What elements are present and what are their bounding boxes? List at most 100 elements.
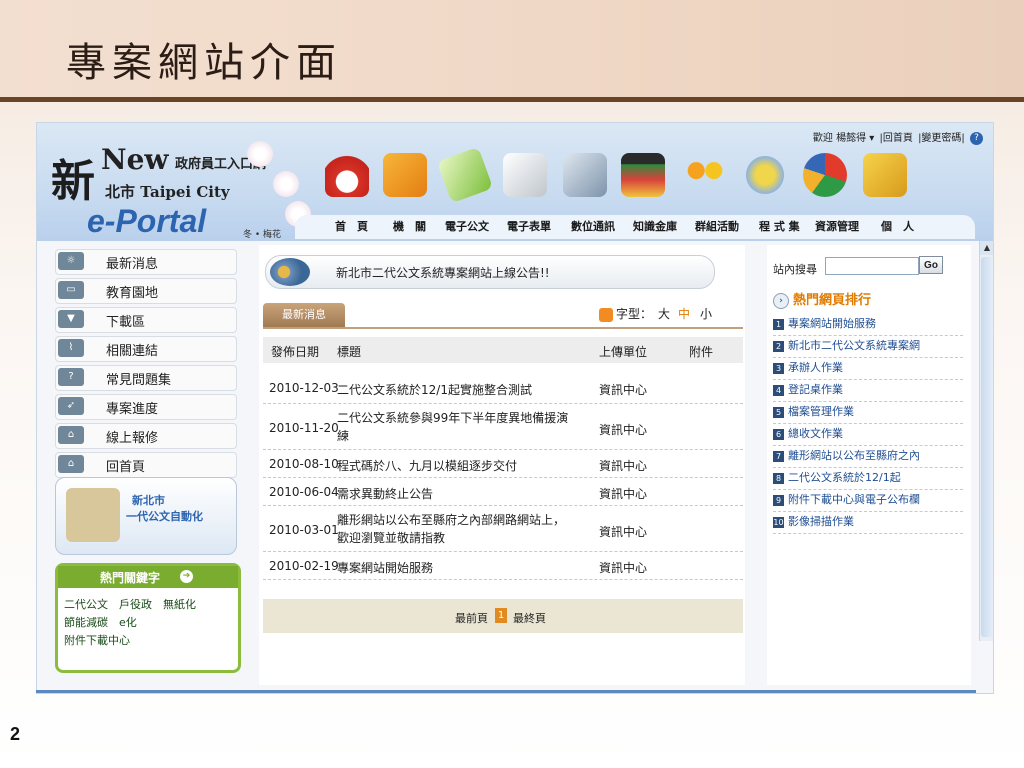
sidebar-item-label: 專案進度 [106, 402, 159, 417]
rank-label: 專案網站開始服務 [788, 317, 876, 330]
hot-page-item[interactable]: 5 檔案管理作業 [773, 403, 963, 424]
rank-label: 總收文作業 [788, 427, 843, 440]
sidebar-item-download[interactable]: ▼ 下載區 [55, 307, 237, 333]
scroll-up-arrow-icon[interactable]: ▲ [980, 241, 993, 255]
row-unit: 資訊中心 [599, 383, 648, 397]
rank-number: 5 [773, 406, 784, 418]
e-form-paper-icon[interactable] [503, 153, 547, 197]
rank-number: 10 [773, 516, 784, 528]
nav-agency[interactable]: 機 關 [393, 218, 426, 234]
promo-banner[interactable]: 新北市 一代公文自動化 [55, 477, 237, 555]
sidebar-item-home[interactable]: ⌂ 回首頁 [55, 452, 237, 478]
welcome-user-menu[interactable]: 歡迎 楊懿得 ▾ [813, 133, 874, 144]
hot-page-item[interactable]: 8 二代公文系統於12/1起 [773, 469, 963, 490]
col-title: 標題 [337, 345, 362, 359]
rank-number: 3 [773, 362, 784, 374]
hot-keywords-box: 熱門關鍵字 ➔ 二代公文 戶役政 無紙化 節能減碳 e化 附件下載中心 [55, 563, 241, 673]
row-unit: 資訊中心 [599, 487, 648, 501]
hot-page-item[interactable]: 4 登記桌作業 [773, 381, 963, 402]
agency-boxes-icon[interactable] [383, 153, 427, 197]
sidebar-item-links[interactable]: ⌇ 相關連結 [55, 336, 237, 362]
portal-logo[interactable]: 新 New 政府員工入口網 北市 Taipei City e-Portal 冬 … [47, 131, 311, 240]
nav-e-document[interactable]: 電子公文 [445, 218, 489, 234]
font-size-large[interactable]: 大 [658, 307, 670, 321]
row-unit: 資訊中心 [599, 423, 648, 437]
rss-icon[interactable] [599, 307, 613, 322]
last-page-link[interactable]: 最終頁 [513, 610, 546, 626]
change-password-link[interactable]: |變更密碼| [918, 133, 965, 144]
row-title[interactable]: 專案網站開始服務 [337, 559, 433, 576]
nav-e-form[interactable]: 電子表單 [507, 218, 551, 234]
hot-page-item[interactable]: 6 總收文作業 [773, 425, 963, 446]
sun-icon: ☼ [58, 252, 84, 270]
keyword-line[interactable]: 節能減碳 e化 [64, 614, 137, 630]
nav-group-activity[interactable]: 群組活動 [695, 218, 739, 234]
resource-chart-icon[interactable] [803, 153, 847, 197]
first-page-link[interactable]: 最前頁 [455, 610, 488, 626]
font-size-medium[interactable]: 中 [678, 307, 690, 321]
row-title[interactable]: 需求異動終止公告 [337, 485, 433, 502]
table-row[interactable]: 2010-02-19 專案網站開始服務 資訊中心 [263, 553, 743, 580]
group-people-icon[interactable] [683, 153, 727, 197]
search-go-button[interactable]: Go [919, 256, 943, 274]
font-size-control: 字型： 大中小 [599, 305, 712, 322]
row-title[interactable]: 二代公文系統於12/1起實施整合測試 [337, 381, 532, 398]
arrow-right-icon[interactable]: ➔ [180, 570, 193, 583]
row-title-cont[interactable]: 歡迎瀏覽並敬請指教 [337, 529, 445, 546]
table-row[interactable]: 2010-06-04 需求異動終止公告 資訊中心 [263, 479, 743, 506]
keyword-line[interactable]: 二代公文 戶役政 無紙化 [64, 596, 196, 612]
scroll-thumb[interactable] [981, 257, 993, 637]
program-gears-icon[interactable] [743, 153, 787, 197]
help-icon[interactable]: ? [970, 131, 983, 145]
e-document-pen-icon[interactable] [436, 146, 494, 204]
nav-personal[interactable]: 個 人 [881, 218, 914, 234]
house-icon: ⌂ [58, 455, 84, 473]
row-unit: 資訊中心 [599, 459, 648, 473]
nav-digital-comm[interactable]: 數位通訊 [571, 218, 615, 234]
table-row[interactable]: 2010-08-10 程式碼於八、九月以模組逐步交付 資訊中心 [263, 451, 743, 478]
digital-comm-phone-icon[interactable] [563, 153, 607, 197]
keyword-line[interactable]: 附件下載中心 [64, 632, 130, 648]
home-house-icon[interactable] [325, 153, 369, 197]
announcement-bar[interactable]: 新北市二代公文系統專案網站上線公告!! [265, 255, 715, 289]
current-page[interactable]: 1 [495, 608, 507, 623]
rank-number: 1 [773, 318, 784, 330]
hot-page-item[interactable]: 9 附件下載中心與電子公布欄 [773, 491, 963, 512]
hot-page-item[interactable]: 7 離形網站以公布至縣府之內 [773, 447, 963, 468]
nav-resource-mgmt[interactable]: 資源管理 [815, 218, 859, 234]
table-row[interactable]: 2010-11-20 二代公文系統參與99年下半年度異地備援演 練 資訊中心 [263, 405, 743, 450]
knowledge-books-icon[interactable] [621, 153, 665, 197]
sidebar-item-latest-news[interactable]: ☼ 最新消息 [55, 249, 237, 275]
personal-folder-icon[interactable] [863, 153, 907, 197]
row-title-cont[interactable]: 練 [337, 427, 349, 444]
site-search-input[interactable] [825, 257, 919, 275]
hot-page-item[interactable]: 1 專案網站開始服務 [773, 315, 963, 336]
hot-keywords-header: 熱門關鍵字 ➔ [58, 566, 238, 588]
row-date: 2010-08-10 [269, 457, 339, 471]
font-size-small[interactable]: 小 [700, 307, 712, 321]
sidebar-item-repair[interactable]: ⌂ 線上報修 [55, 423, 237, 449]
vertical-scrollbar[interactable]: ▲ [979, 241, 993, 641]
hot-page-item[interactable]: 3 承辦人作業 [773, 359, 963, 380]
blossom-icon [247, 141, 273, 167]
sidebar-item-education[interactable]: ▭ 教育園地 [55, 278, 237, 304]
nav-home[interactable]: 首 頁 [335, 218, 368, 234]
hot-page-item[interactable]: 2 新北市二代公文系統專案網 [773, 337, 963, 358]
portal-banner: 新 New 政府員工入口網 北市 Taipei City e-Portal 冬 … [37, 123, 993, 241]
table-row[interactable]: 2010-12-03 二代公文系統於12/1起實施整合測試 資訊中心 [263, 371, 743, 404]
nav-icon-row [325, 146, 925, 207]
tab-latest-news[interactable]: 最新消息 [263, 303, 345, 327]
sidebar-item-faq[interactable]: ? 常見問題集 [55, 365, 237, 391]
nav-programs[interactable]: 程 式 集 [759, 218, 800, 234]
row-title[interactable]: 程式碼於八、九月以模組逐步交付 [337, 457, 517, 474]
row-title[interactable]: 離形網站以公布至縣府之內部網路網站上， [337, 511, 565, 528]
col-date: 發佈日期 [271, 345, 320, 359]
tab-underline [263, 327, 743, 329]
sidebar-item-progress[interactable]: ➶ 專案進度 [55, 394, 237, 420]
table-row[interactable]: 2010-03-01 離形網站以公布至縣府之內部網路網站上， 歡迎瀏覽並敬請指教… [263, 507, 743, 552]
hot-page-item[interactable]: 10 影像掃描作業 [773, 513, 963, 534]
home-link[interactable]: |回首頁 [880, 133, 913, 144]
row-title[interactable]: 二代公文系統參與99年下半年度異地備援演 [337, 409, 568, 426]
nav-knowledge[interactable]: 知識金庫 [633, 218, 677, 234]
row-date: 2010-06-04 [269, 485, 339, 499]
